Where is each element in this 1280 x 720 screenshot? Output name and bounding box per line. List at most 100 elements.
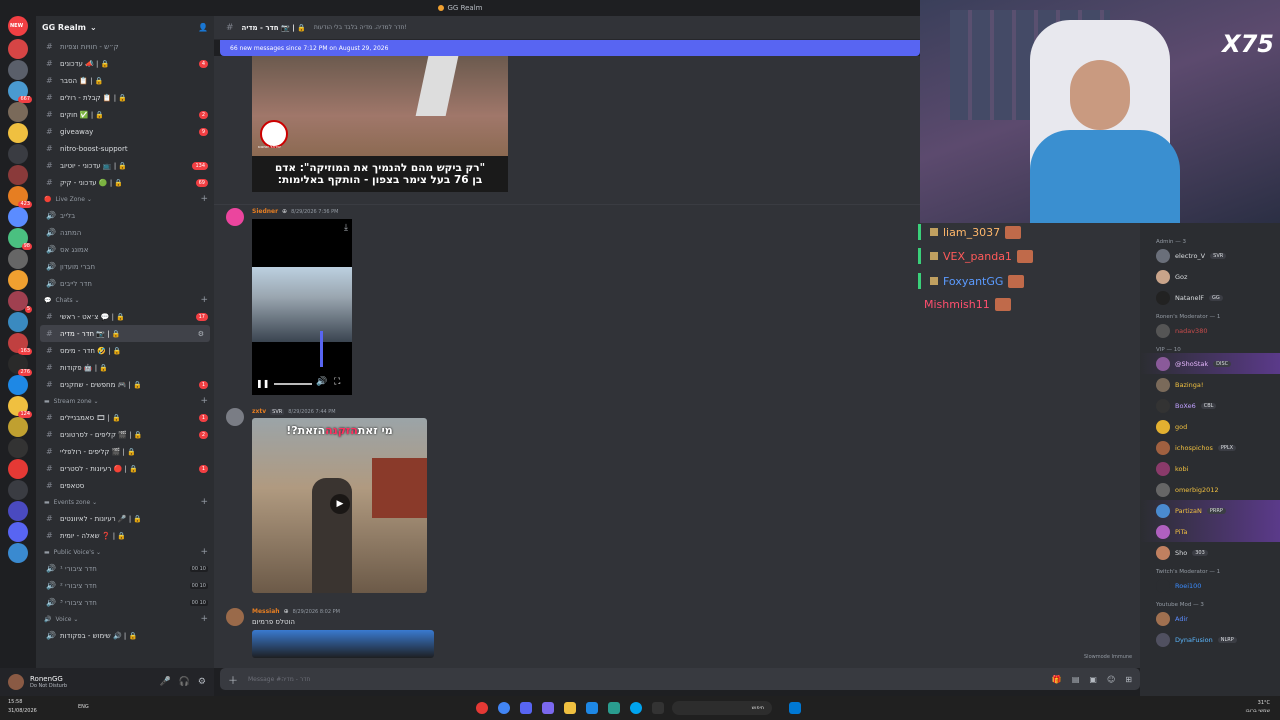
member-item[interactable]: god	[1140, 416, 1280, 437]
avatar[interactable]	[226, 608, 244, 626]
server-icon[interactable]	[8, 123, 28, 143]
volume-icon[interactable]: 🔊	[316, 377, 327, 387]
server-icon[interactable]	[8, 165, 28, 185]
channel-item[interactable]: 🔊 חדר ציבורי ² 00 10	[36, 577, 214, 594]
channel-item[interactable]: # חוקים ✅ | 🔒 2	[36, 106, 214, 123]
image-attachment[interactable]	[252, 630, 434, 658]
member-item[interactable]: omerbig2012	[1140, 479, 1280, 500]
gear-icon[interactable]: ⚙	[198, 677, 206, 687]
member-item[interactable]: ichospichos PPLX	[1140, 437, 1280, 458]
folder-icon[interactable]	[564, 702, 576, 714]
member-item[interactable]: BoXe6 CBL	[1140, 395, 1280, 416]
member-item[interactable]: Bazinga!	[1140, 374, 1280, 395]
language-indicator[interactable]: ENG	[78, 704, 89, 710]
edge-icon[interactable]	[630, 702, 642, 714]
download-icon[interactable]: ⤓	[344, 223, 348, 233]
member-item[interactable]: PiTa	[1140, 521, 1280, 542]
category-header[interactable]: ▬ Stream zone ⌄ +	[36, 393, 214, 409]
channel-item[interactable]: # חדר - מדיה 📷 | 🔒 ⚙	[40, 325, 210, 342]
member-item[interactable]: @ShoStak DISC	[1140, 353, 1280, 374]
channel-item[interactable]: # קבלת - רולים 📋 | 🔒	[36, 89, 214, 106]
server-icon[interactable]	[8, 39, 28, 59]
progress-bar[interactable]	[274, 383, 312, 385]
channel-item[interactable]: # הסבר 📋 | 🔒	[36, 72, 214, 89]
gif-icon[interactable]: ▤	[1072, 675, 1080, 684]
discord-icon[interactable]	[520, 702, 532, 714]
search-box[interactable]: חיפוש	[672, 701, 772, 715]
server-icon[interactable]	[8, 270, 28, 290]
member-item[interactable]: Goz	[1140, 266, 1280, 287]
invite-icon[interactable]: 👤	[198, 23, 208, 32]
server-icon[interactable]	[8, 375, 28, 395]
mute-mic-icon[interactable]: 🎤	[159, 677, 170, 687]
channel-item[interactable]: # עדכוני - קיק 🟢 | 🔒 69	[36, 174, 214, 191]
category-header[interactable]: 💬 Chats ⌄ +	[36, 292, 214, 308]
member-item[interactable]: DynaFusion NLRP	[1140, 629, 1280, 650]
volume-slider[interactable]	[320, 331, 323, 367]
clock[interactable]: 15:58 31/08/2026	[8, 698, 37, 716]
message-author[interactable]: Messiah	[252, 608, 280, 615]
headphones-icon[interactable]: 🎧	[179, 677, 190, 687]
image-attachment[interactable]: ישראל שמנוס "רק ביקש מהם להנמיך את המוזי…	[252, 56, 508, 192]
member-item[interactable]: NatanelF GG	[1140, 287, 1280, 308]
channel-item[interactable]: 🔊 חדר לייבים	[36, 275, 214, 292]
category-header[interactable]: 🔊 Voice ⌄ +	[36, 611, 214, 627]
channel-item[interactable]: # סטאפים	[36, 477, 214, 494]
channel-item[interactable]: # קליפים - לסרטונים 🎬 | 🔒 2	[36, 426, 214, 443]
app-icon[interactable]	[608, 702, 620, 714]
home-button[interactable]: NEW	[0, 16, 36, 38]
channel-item[interactable]: # שאלה - יומית ❓ | 🔒	[36, 527, 214, 544]
server-icon[interactable]	[8, 207, 28, 227]
message-author[interactable]: Siedner	[252, 208, 278, 215]
channel-item[interactable]: # nitro-boost-support	[36, 140, 214, 157]
play-icon[interactable]: ▶	[330, 494, 350, 514]
category-header[interactable]: 🔴 Live Zone ⌄ +	[36, 191, 214, 207]
avatar[interactable]	[226, 208, 244, 226]
video-attachment[interactable]: מי זאת הזקנה הזאת?! ▶	[252, 418, 427, 593]
chrome-icon[interactable]	[498, 702, 510, 714]
server-icon[interactable]	[8, 102, 28, 122]
channel-item[interactable]: 🔊 חברי מועדון	[36, 258, 214, 275]
channel-item[interactable]: 🔊 אמונג אס	[36, 241, 214, 258]
channel-item[interactable]: 🔊 בלייב	[36, 207, 214, 224]
message-author[interactable]: zxtv	[252, 408, 266, 415]
server-icon[interactable]: 5	[8, 291, 32, 313]
channel-item[interactable]: # רעיונות - לאיוונטים 🎤 | 🔒	[36, 510, 214, 527]
avatar[interactable]	[8, 674, 24, 690]
composer-placeholder[interactable]: Message #חדר - מדיה	[248, 676, 1042, 683]
channel-item[interactable]: # giveaway 9	[36, 123, 214, 140]
video-attachment[interactable]: ⤓ ❚❚ 🔊 ⛶	[252, 219, 352, 395]
add-attachment-icon[interactable]: ＋	[228, 672, 238, 687]
server-icon[interactable]: 163	[8, 333, 32, 355]
server-icon[interactable]	[8, 60, 28, 80]
server-icon[interactable]	[8, 144, 28, 164]
category-header[interactable]: ▬ Events zone ⌄ +	[36, 494, 214, 510]
member-item[interactable]: Roei100	[1140, 575, 1280, 596]
server-icon[interactable]	[8, 417, 28, 437]
pause-icon[interactable]: ❚❚	[256, 379, 269, 388]
channel-item[interactable]: # מחפשים - שחקנים 🎮 | 🔒 1	[36, 376, 214, 393]
server-icon[interactable]	[8, 459, 28, 479]
weather-widget[interactable]: 31°C שמשי ברובו	[1245, 699, 1270, 715]
add-channel-icon[interactable]: +	[200, 614, 208, 624]
channel-item[interactable]: # קליפים - רולפליי 🎬 | 🔒	[36, 443, 214, 460]
member-item[interactable]: PartizaN PRRP	[1140, 500, 1280, 521]
server-icon[interactable]: 276	[8, 354, 32, 376]
category-header[interactable]: ▬ Public Voice's ⌄ +	[36, 544, 214, 560]
add-channel-icon[interactable]: +	[200, 497, 208, 507]
start-icon[interactable]	[789, 702, 801, 714]
guild-header[interactable]: GG Realm ⌄ 👤	[36, 16, 214, 38]
channel-item[interactable]: # עדכוני - יוטיוב 📺 | 🔒 134	[36, 157, 214, 174]
apps-icon[interactable]: ⊞	[1125, 675, 1132, 684]
server-icon[interactable]	[8, 543, 28, 563]
avatar[interactable]	[226, 408, 244, 426]
server-icon[interactable]: 667	[8, 81, 32, 103]
channel-item[interactable]: # ק״ש - חוויות וצפיות	[36, 38, 214, 55]
channel-item[interactable]: # עדכונים 📣 | 🔒 4	[36, 55, 214, 72]
member-item[interactable]: kobi	[1140, 458, 1280, 479]
server-icon[interactable]: 124	[8, 396, 32, 418]
add-channel-icon[interactable]: +	[200, 396, 208, 406]
channel-item[interactable]: 🔊 המתנה	[36, 224, 214, 241]
server-icon[interactable]	[8, 249, 28, 269]
app-icon[interactable]	[652, 702, 664, 714]
